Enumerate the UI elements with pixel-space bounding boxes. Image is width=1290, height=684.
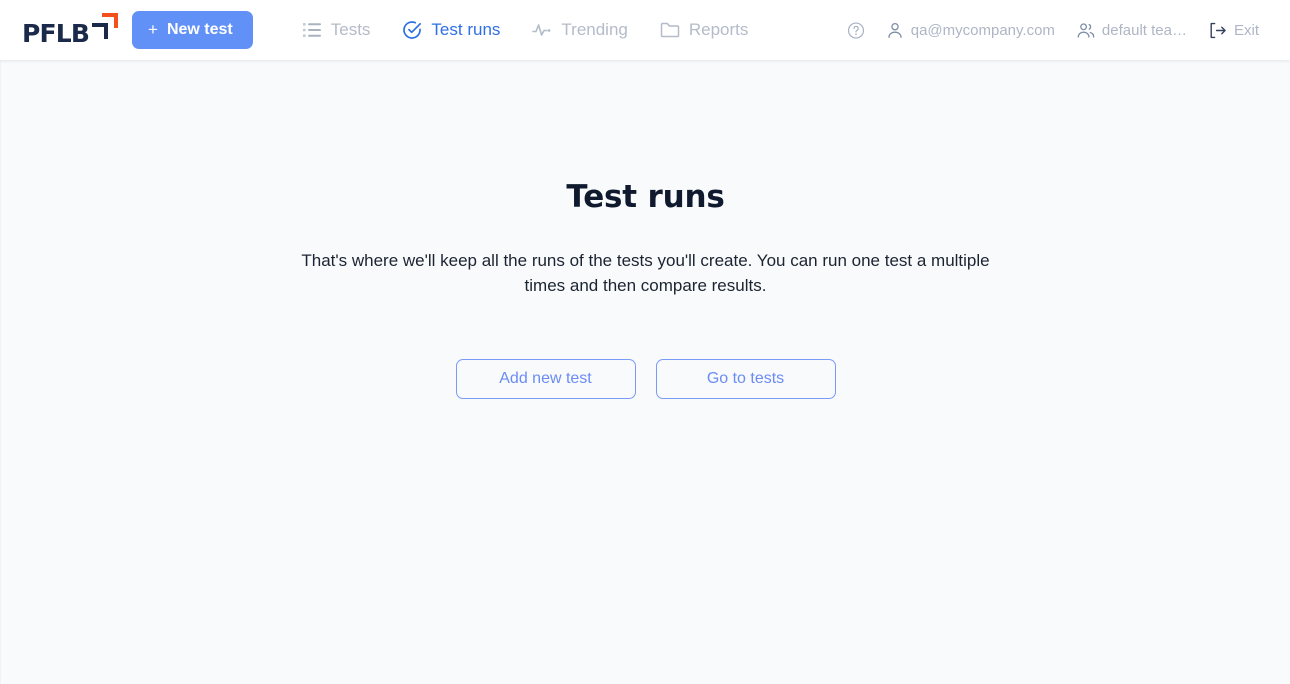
user-icon	[886, 21, 904, 39]
nav-label-tests: Tests	[331, 20, 371, 40]
primary-nav: Tests Test runs Trending	[286, 10, 765, 50]
users-icon	[1077, 21, 1095, 39]
nav-item-trending[interactable]: Trending	[516, 10, 643, 50]
nav-item-reports[interactable]: Reports	[644, 10, 765, 50]
app-header: PFLB + New test Tests	[0, 0, 1290, 60]
list-icon	[302, 20, 322, 40]
account-email-label: qa@mycompany.com	[911, 22, 1055, 39]
nav-label-trending: Trending	[561, 20, 627, 40]
nav-item-test-runs[interactable]: Test runs	[386, 10, 516, 50]
folder-icon	[660, 20, 680, 40]
check-circle-icon	[402, 20, 422, 40]
logo-bracket-mark	[84, 9, 118, 49]
team-selector[interactable]: default tea…	[1066, 10, 1198, 50]
empty-state-description: That's where we'll keep all the runs of …	[301, 249, 991, 298]
exit-label: Exit	[1234, 22, 1259, 39]
pflb-logo[interactable]: PFLB	[22, 9, 114, 51]
main-content: Test runs That's where we'll keep all th…	[0, 60, 1290, 684]
nav-label-reports: Reports	[689, 20, 749, 40]
exit-button[interactable]: Exit	[1198, 10, 1270, 50]
empty-state-actions: Add new test Go to tests	[456, 359, 836, 399]
activity-pulse-icon	[532, 20, 552, 40]
logout-icon	[1209, 21, 1227, 39]
new-test-label: New test	[167, 21, 233, 39]
page-title: Test runs	[566, 179, 724, 216]
help-button[interactable]	[843, 10, 875, 50]
add-new-test-button[interactable]: Add new test	[456, 359, 636, 399]
header-utilities: qa@mycompany.com default tea…	[843, 10, 1270, 50]
team-label: default tea…	[1102, 22, 1187, 39]
nav-item-tests[interactable]: Tests	[286, 10, 387, 50]
account-email[interactable]: qa@mycompany.com	[875, 10, 1066, 50]
plus-icon: +	[148, 21, 158, 38]
logo-wordmark: PFLB	[22, 21, 89, 46]
go-to-tests-button[interactable]: Go to tests	[656, 359, 836, 399]
help-circle-icon	[847, 21, 865, 39]
nav-label-test-runs: Test runs	[431, 20, 500, 40]
new-test-button[interactable]: + New test	[132, 11, 253, 49]
